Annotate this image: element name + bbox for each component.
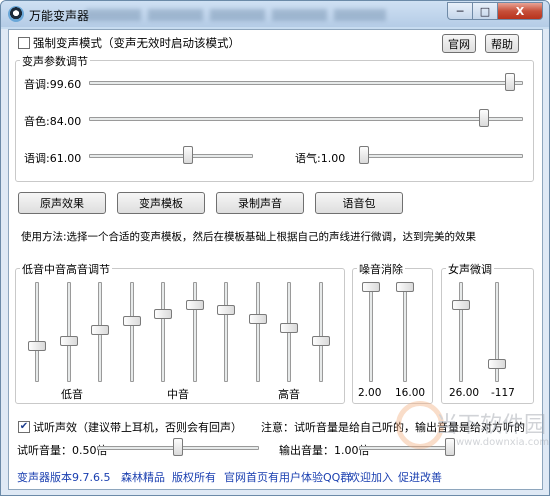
pitch-label: 音调:99.60: [24, 78, 82, 91]
welcome-link[interactable]: 欢迎加入: [349, 469, 393, 485]
eq-band-slider[interactable]: [59, 336, 78, 346]
listen-checkbox[interactable]: ✔: [18, 421, 30, 433]
title-bar[interactable]: 万能变声器 ─ □ X: [1, 1, 549, 27]
website-button[interactable]: 官网: [442, 34, 476, 53]
timbre-label: 音色:84.00: [24, 115, 82, 128]
breath-label: 语气:1.00: [295, 152, 346, 165]
force-mode-label: 强制变声模式（变声无效时启动该模式）: [33, 36, 240, 50]
female-tune-slider[interactable]: [488, 358, 506, 369]
female-value-2: -117: [491, 387, 515, 399]
breath-track: [359, 154, 523, 158]
voice-templates-button[interactable]: 变声模板: [117, 192, 205, 214]
window-controls: ─ □ X: [447, 2, 543, 20]
breath-slider[interactable]: [359, 146, 369, 164]
eq-band-track: [224, 282, 228, 382]
eq-band-slider[interactable]: [311, 336, 330, 346]
voice-pack-button[interactable]: 语音包: [315, 192, 403, 214]
eq-band-track: [192, 282, 197, 382]
speed-label: 语调:61.00: [24, 152, 82, 165]
listen-volume-slider[interactable]: [173, 438, 183, 456]
close-button[interactable]: X: [498, 2, 543, 20]
eq-band-track: [255, 282, 260, 382]
help-button[interactable]: 帮助: [485, 34, 519, 53]
listen-volume-label: 试听音量：0.50倍: [17, 444, 108, 457]
female-tune-track: [459, 282, 463, 382]
force-mode-checkbox[interactable]: [18, 37, 30, 49]
watermark-text: 当下软件园: [436, 413, 547, 438]
eq-band-slider[interactable]: [280, 322, 298, 333]
voice-params-group: [15, 60, 534, 182]
rights-text: 版权所有: [172, 471, 216, 484]
main-window: 万能变声器 ─ □ X 强制变声模式（变声无效时启动该模式） 官网 帮助 变声参…: [0, 0, 550, 496]
checkmark-icon: ✔: [19, 421, 29, 432]
version-link[interactable]: 变声器版本9.7.6.5: [17, 469, 110, 485]
eq-band-slider[interactable]: [154, 309, 172, 319]
eq-band-track: [66, 282, 71, 382]
eq-band-slider[interactable]: [217, 304, 235, 315]
promo-link[interactable]: 官网首页有用户体验QQ群: [224, 469, 351, 485]
eq-band-slider[interactable]: [248, 313, 267, 324]
author-link[interactable]: 森林精品: [121, 469, 165, 485]
voice-params-title: 变声参数调节: [20, 53, 90, 69]
speed-slider[interactable]: [182, 146, 193, 164]
female-tune-group: [441, 268, 534, 404]
pitch-track: [89, 81, 523, 85]
timbre-slider[interactable]: [479, 109, 490, 127]
maximize-button[interactable]: □: [473, 2, 498, 20]
eq-low-label: 低音: [61, 388, 83, 401]
female-value-1: 26.00: [449, 387, 480, 399]
output-volume-label: 输出音量：1.00倍: [279, 444, 370, 457]
blurred-taskbar-tabs: [86, 9, 386, 21]
speed-track: [89, 154, 253, 158]
original-voice-button[interactable]: 原声效果: [18, 192, 106, 214]
pitch-slider[interactable]: [504, 73, 515, 91]
timbre-track: [89, 117, 523, 121]
eq-band-slider[interactable]: [28, 340, 46, 351]
female-tune-slider[interactable]: [452, 300, 470, 310]
eq-band-slider[interactable]: [122, 316, 141, 327]
eq-high-label: 高音: [278, 388, 300, 401]
noise-track: [369, 282, 373, 382]
app-icon: [8, 6, 24, 22]
eq-band-track: [35, 282, 39, 382]
eq-band-slider[interactable]: [185, 300, 204, 310]
noise-value-1: 2.00: [358, 387, 382, 399]
watermark: 当下软件园 www.downxia.com: [396, 401, 550, 491]
record-voice-button[interactable]: 录制声音: [216, 192, 304, 214]
noise-slider[interactable]: [362, 282, 380, 292]
usage-text: 使用方法:选择一个合适的变声模板，然后在模板基础上根据自己的声线进行微调，达到完…: [21, 231, 477, 243]
eq-band-track: [129, 282, 134, 382]
noise-slider[interactable]: [396, 282, 414, 292]
noise-title: 噪音消除: [357, 261, 405, 277]
female-tune-title: 女声微调: [446, 261, 494, 277]
window-title: 万能变声器: [29, 9, 90, 23]
listen-label: 试听声效（建议带上耳机，否则会有回声）: [33, 421, 242, 434]
noise-value-2: 16.00: [395, 387, 426, 399]
noise-track: [403, 282, 407, 382]
eq-band-slider[interactable]: [91, 325, 109, 336]
eq-mid-label: 中音: [167, 388, 189, 401]
minimize-button[interactable]: ─: [447, 2, 473, 20]
watermark-url: www.downxia.com: [456, 437, 550, 448]
eq-band-track: [318, 282, 323, 382]
eq-band-track: [161, 282, 165, 382]
eq-title: 低音中音高音调节: [20, 261, 112, 277]
